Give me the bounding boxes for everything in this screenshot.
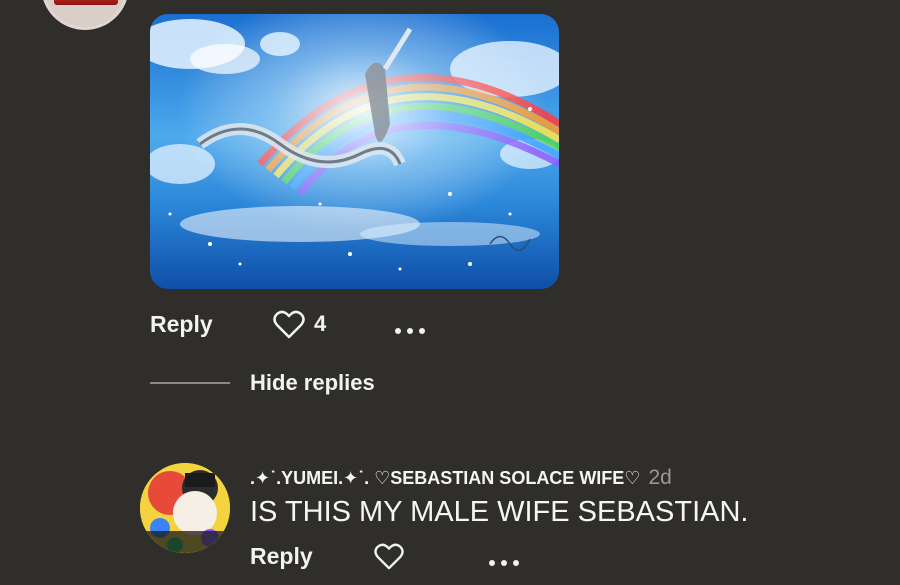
username[interactable]: .✦˙.YUMEI.✦˙. ♡SEBASTIAN SOLACE WIFE♡ 2d [250,466,672,490]
avatar-image [140,463,230,553]
comment-text: IS THIS MY MALE WIFE SEBASTIAN. [250,496,749,528]
ellipsis-icon [489,560,519,566]
artwork-image [150,14,559,289]
more-options-button[interactable] [488,554,520,572]
like-count: 4 [314,311,327,336]
avatar-image [54,0,118,5]
comment-image[interactable] [150,14,559,289]
username-text[interactable]: .✦˙.YUMEI.✦˙. ♡SEBASTIAN SOLACE WIFE♡ [250,468,640,488]
heart-outline-icon [273,310,305,339]
reply-button[interactable]: Reply [150,311,213,338]
heart-outline-icon [374,543,404,570]
avatar[interactable] [140,463,230,553]
divider [150,382,230,384]
ellipsis-icon [395,328,425,334]
hide-replies-button[interactable]: Hide replies [250,370,375,396]
reply-button[interactable]: Reply [250,543,313,570]
like-button[interactable] [272,310,306,345]
comment-thread: Reply 4 Hide replies .✦˙.YUMEI.✦˙. ♡SEBA… [0,0,900,585]
like-button[interactable] [373,543,405,576]
timestamp: 2d [648,466,672,489]
more-options-button[interactable] [394,322,426,340]
avatar[interactable] [41,0,129,30]
